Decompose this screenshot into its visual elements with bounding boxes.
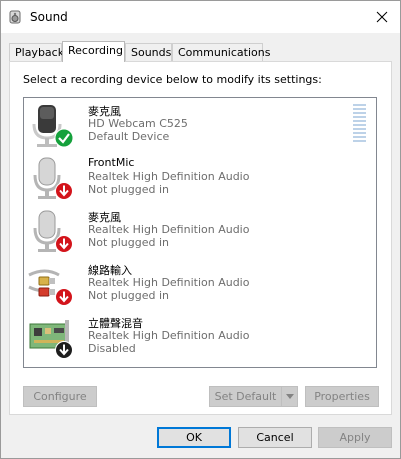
black-down-arrow-icon: [55, 341, 73, 359]
window-title: Sound: [30, 10, 68, 24]
apply-button[interactable]: Apply: [318, 427, 392, 448]
list-item-device[interactable]: FrontMic Realtek High Definition Audio N…: [24, 153, 354, 205]
device-description: Realtek High Definition Audio: [88, 276, 250, 289]
list-item-device[interactable]: 麥克風 Realtek High Definition Audio Not pl…: [24, 206, 354, 258]
list-item-device[interactable]: 線路輸入 Realtek High Definition Audio Not p…: [24, 259, 354, 311]
device-list[interactable]: 麥克風 HD Webcam C525 Default Device FrontM…: [23, 97, 377, 368]
chevron-down-icon: [286, 394, 294, 399]
set-default-split-button[interactable]: Set Default: [209, 386, 298, 407]
red-down-arrow-icon: [55, 182, 73, 200]
device-status: Not plugged in: [88, 183, 170, 196]
cancel-button[interactable]: Cancel: [238, 427, 312, 448]
device-description: Realtek High Definition Audio: [88, 170, 250, 183]
level-meter: [353, 104, 366, 146]
red-down-arrow-icon: [55, 235, 73, 253]
device-status: Not plugged in: [88, 236, 170, 249]
properties-button[interactable]: Properties: [305, 386, 379, 407]
title-bar: Sound: [1, 1, 400, 33]
configure-button[interactable]: Configure: [23, 386, 97, 407]
device-status: Not plugged in: [88, 289, 170, 302]
speaker-icon: [9, 10, 23, 24]
close-button[interactable]: [364, 1, 400, 33]
recording-panel: Select a recording device below to modif…: [9, 61, 392, 415]
device-status: Disabled: [88, 342, 136, 355]
device-description: HD Webcam C525: [88, 117, 188, 130]
device-name: FrontMic: [88, 156, 135, 169]
tab-playback[interactable]: Playback: [9, 43, 64, 61]
device-status: Default Device: [88, 130, 170, 143]
list-item-device[interactable]: 立體聲混音 Realtek High Definition Audio Disa…: [24, 312, 354, 364]
red-down-arrow-icon: [55, 288, 73, 306]
set-default-label: Set Default: [214, 390, 277, 403]
ok-button[interactable]: OK: [157, 427, 231, 448]
tab-communications[interactable]: Communications: [172, 43, 270, 61]
green-check-icon: [54, 128, 74, 148]
tab-recording[interactable]: Recording: [62, 41, 125, 62]
device-description: Realtek High Definition Audio: [88, 223, 250, 236]
set-default-dropdown-arrow[interactable]: [281, 387, 297, 406]
device-description: Realtek High Definition Audio: [88, 329, 250, 342]
instruction-text: Select a recording device below to modif…: [23, 73, 322, 86]
close-icon: [376, 11, 388, 23]
list-item-device[interactable]: 麥克風 HD Webcam C525 Default Device: [24, 100, 366, 152]
sound-dialog: Sound Playback Recording Sounds Communic…: [0, 0, 401, 459]
tab-sounds[interactable]: Sounds: [125, 43, 172, 61]
